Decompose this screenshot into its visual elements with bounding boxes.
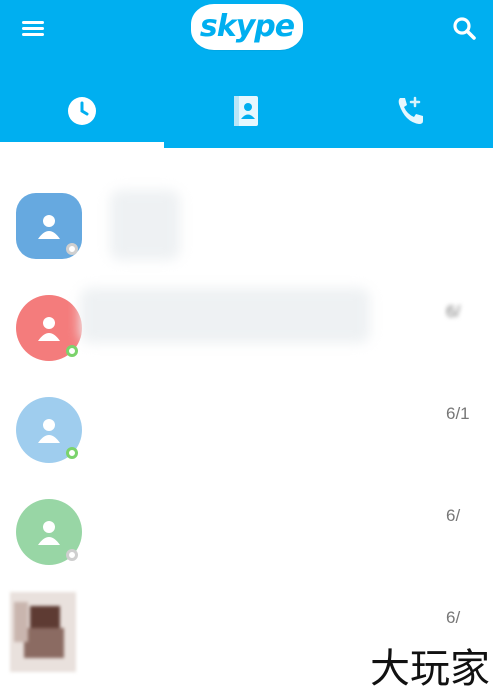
avatar bbox=[16, 397, 82, 463]
message-preview bbox=[100, 536, 390, 558]
tab-bar bbox=[0, 80, 493, 142]
active-tab-indicator bbox=[0, 142, 164, 148]
person-icon bbox=[38, 521, 60, 545]
person-icon bbox=[38, 215, 60, 239]
conversation-row[interactable]: 6/1 bbox=[0, 382, 493, 482]
contact-name bbox=[100, 604, 400, 628]
person-icon bbox=[38, 419, 60, 443]
avatar bbox=[16, 499, 82, 565]
message-date: 6/1 bbox=[446, 404, 470, 423]
skype-logo: skype bbox=[191, 4, 303, 50]
search-icon[interactable] bbox=[450, 14, 480, 44]
tab-recent[interactable] bbox=[0, 80, 164, 142]
watermark-text: 大玩家 bbox=[370, 646, 490, 686]
status-indicator bbox=[66, 447, 78, 459]
app-header: skype bbox=[0, 0, 493, 148]
logo-text: skype bbox=[199, 8, 295, 44]
conversation-row[interactable] bbox=[0, 178, 493, 278]
message-date: 6/ bbox=[446, 506, 461, 525]
contact-name bbox=[100, 400, 400, 424]
top-bar: skype bbox=[0, 0, 493, 62]
message-preview bbox=[100, 230, 390, 252]
tab-calls[interactable] bbox=[328, 80, 492, 142]
tab-contacts[interactable] bbox=[164, 80, 328, 142]
contact-name bbox=[100, 502, 400, 526]
contact-name bbox=[100, 298, 400, 322]
message-date: 6/ bbox=[446, 608, 461, 627]
message-date: 6/ bbox=[446, 302, 461, 321]
phone-icon bbox=[398, 96, 423, 124]
photo-avatar bbox=[10, 592, 76, 672]
clock-icon bbox=[68, 97, 96, 125]
status-indicator bbox=[66, 549, 78, 561]
status-indicator bbox=[66, 243, 78, 255]
conversation-row[interactable]: 6/ bbox=[0, 280, 493, 380]
hamburger-menu-icon[interactable] bbox=[22, 18, 50, 42]
contact-name bbox=[100, 196, 400, 220]
status-indicator bbox=[66, 345, 78, 357]
conversation-row[interactable]: 6/ bbox=[0, 484, 493, 584]
person-icon bbox=[38, 317, 60, 341]
avatar bbox=[16, 295, 82, 361]
avatar bbox=[16, 193, 82, 259]
message-date bbox=[446, 200, 490, 222]
message-preview bbox=[100, 332, 390, 354]
message-preview bbox=[100, 434, 390, 456]
contacts-book-icon bbox=[234, 96, 258, 126]
avatar bbox=[10, 592, 76, 672]
